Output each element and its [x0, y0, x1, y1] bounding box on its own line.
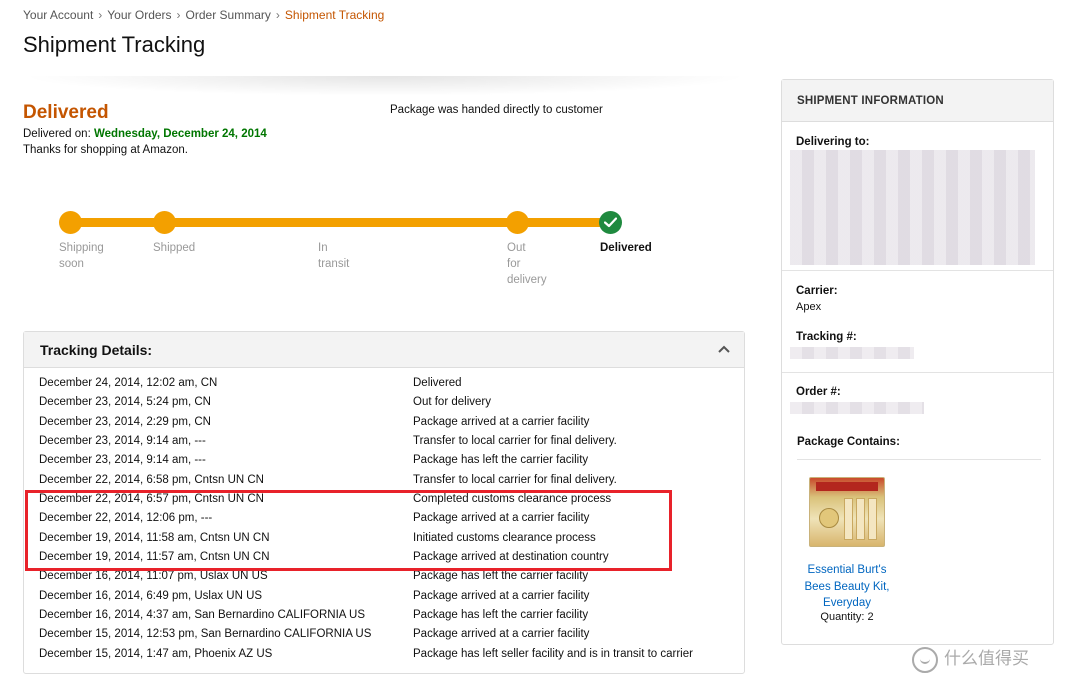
breadcrumb-your-account[interactable]: Your Account	[23, 8, 93, 22]
carrier-label: Carrier:	[796, 285, 838, 297]
event-description: Package has left the carrier facility	[413, 609, 589, 622]
event-description: Package has left the carrier facility	[413, 454, 589, 467]
tracking-number-label: Tracking #:	[796, 331, 857, 343]
breadcrumb-current: Shipment Tracking	[284, 8, 385, 22]
step-label-out-for-delivery: Out for delivery	[507, 242, 547, 286]
event-timestamp-location: December 23, 2014, 9:14 am, ---	[39, 454, 206, 467]
watermark-text: 什么值得买	[944, 649, 1029, 668]
order-number-label: Order #:	[796, 386, 841, 398]
shipment-information-panel: SHIPMENT INFORMATION Delivering to: Carr…	[781, 79, 1054, 645]
progress-track	[70, 218, 612, 227]
product-quantity: Quantity: 2	[820, 611, 874, 623]
breadcrumb-separator: ›	[98, 8, 103, 22]
breadcrumb-order-summary[interactable]: Order Summary	[186, 8, 271, 22]
event-description: Out for delivery	[413, 396, 491, 409]
breadcrumb-separator: ›	[176, 8, 181, 22]
event-description: Transfer to local carrier for final deli…	[413, 473, 617, 486]
delivered-on-date: Wednesday, December 24, 2014	[93, 128, 267, 140]
tracking-event-row: December 15, 2014, 1:47 am, Phoenix AZ U…	[24, 645, 744, 664]
event-timestamp-location: December 15, 2014, 1:47 am, Phoenix AZ U…	[39, 647, 273, 660]
event-timestamp-location: December 15, 2014, 12:53 pm, San Bernard…	[39, 628, 372, 641]
tracking-event-row: December 24, 2014, 12:02 am, CN Delivered	[24, 374, 744, 393]
breadcrumb-separator: ›	[275, 8, 280, 22]
event-description: Transfer to local carrier for final deli…	[413, 435, 617, 448]
product-image[interactable]	[809, 477, 885, 547]
delivering-to-label: Delivering to:	[796, 136, 870, 148]
product-name-link[interactable]: Essential Burt's Bees Beauty Kit, Everyd…	[794, 562, 900, 612]
page-title: Shipment Tracking	[23, 32, 206, 57]
redacted-address	[790, 150, 1035, 265]
event-description: Package has left seller facility and is …	[413, 647, 693, 660]
step-label-shipped: Shipped	[153, 242, 196, 254]
handed-note: Package was handed directly to customer	[390, 104, 603, 116]
delivery-status-heading: Delivered	[23, 102, 109, 123]
tracking-event-row: December 15, 2014, 12:53 pm, San Bernard…	[24, 625, 744, 644]
delivered-check-icon	[599, 211, 622, 234]
delivered-on-label: Delivered on:	[23, 128, 91, 140]
event-description: Package arrived at a carrier facility	[413, 589, 590, 602]
event-timestamp-location: December 23, 2014, 9:14 am, ---	[39, 435, 206, 448]
customs-events-highlight	[25, 490, 672, 571]
breadcrumb: Your Account › Your Orders › Order Summary › S…	[23, 8, 384, 22]
watermark-logo-icon	[912, 646, 938, 673]
shipment-information-header: SHIPMENT INFORMATION	[782, 80, 1053, 122]
shipment-information-title: SHIPMENT INFORMATION	[797, 95, 944, 107]
event-timestamp-location: December 16, 2014, 6:49 pm, Uslax UN US	[39, 589, 263, 602]
delivering-to-section: Delivering to:	[782, 122, 1053, 271]
step-label-delivered: Delivered	[600, 242, 652, 254]
tracking-event-row: December 23, 2014, 2:29 pm, CN Package ar…	[24, 413, 744, 432]
tracking-event-row: December 23, 2014, 5:24 pm, CN Out for de…	[24, 393, 744, 412]
tracking-event-row: December 16, 2014, 6:49 pm, Uslax UN US P…	[24, 587, 744, 606]
event-timestamp-location: December 16, 2014, 11:07 pm, Uslax UN US	[39, 570, 268, 583]
event-description: Package arrived at a carrier facility	[413, 628, 590, 641]
event-timestamp-location: December 23, 2014, 2:29 pm, CN	[39, 415, 211, 428]
carrier-section: Carrier: Apex Tracking #:	[782, 271, 1053, 373]
breadcrumb-your-orders[interactable]: Your Orders	[107, 8, 171, 22]
tracking-event-row: December 16, 2014, 4:37 am, San Bernardi…	[24, 606, 744, 625]
package-divider	[797, 459, 1041, 460]
event-description: Package has left the carrier facility	[413, 570, 589, 583]
event-timestamp-location: December 22, 2014, 6:58 pm, Cntsn UN CN	[39, 473, 264, 486]
step-label-in-transit: In transit	[318, 242, 350, 270]
thanks-message: Thanks for shopping at Amazon.	[23, 144, 188, 156]
tracking-event-row: December 22, 2014, 6:58 pm, Cntsn UN CN T…	[24, 471, 744, 490]
event-timestamp-location: December 24, 2014, 12:02 am, CN	[39, 377, 218, 389]
progress-dot-shipping-soon	[59, 211, 82, 234]
tracking-details-title: Tracking Details:	[40, 342, 153, 358]
carrier-value: Apex	[796, 301, 822, 313]
delivered-on: Delivered on: Wednesday, December 24, 20…	[23, 128, 267, 140]
event-description: Delivered	[413, 377, 462, 389]
event-timestamp-location: December 16, 2014, 4:37 am, San Bernardi…	[39, 609, 365, 622]
watermark: 什么值得买	[912, 644, 1029, 673]
progress-dot-out-for-delivery	[506, 211, 529, 234]
tracking-event-row: December 23, 2014, 9:14 am, --- Package h…	[24, 451, 744, 470]
chevron-up-icon[interactable]	[718, 344, 730, 354]
tracking-event-row: December 23, 2014, 9:14 am, --- Transfer …	[24, 432, 744, 451]
package-contains-label: Package Contains:	[797, 436, 900, 448]
redacted-order-number	[790, 402, 924, 414]
event-timestamp-location: December 23, 2014, 5:24 pm, CN	[39, 396, 211, 409]
progress-dot-shipped	[153, 211, 176, 234]
event-description: Package arrived at a carrier facility	[413, 415, 590, 428]
redacted-tracking-number	[790, 347, 914, 359]
tracking-details-header[interactable]: Tracking Details:	[24, 332, 744, 368]
step-label-shipping-soon: Shipping soon	[59, 242, 104, 270]
header-divider-shadow	[20, 76, 750, 96]
